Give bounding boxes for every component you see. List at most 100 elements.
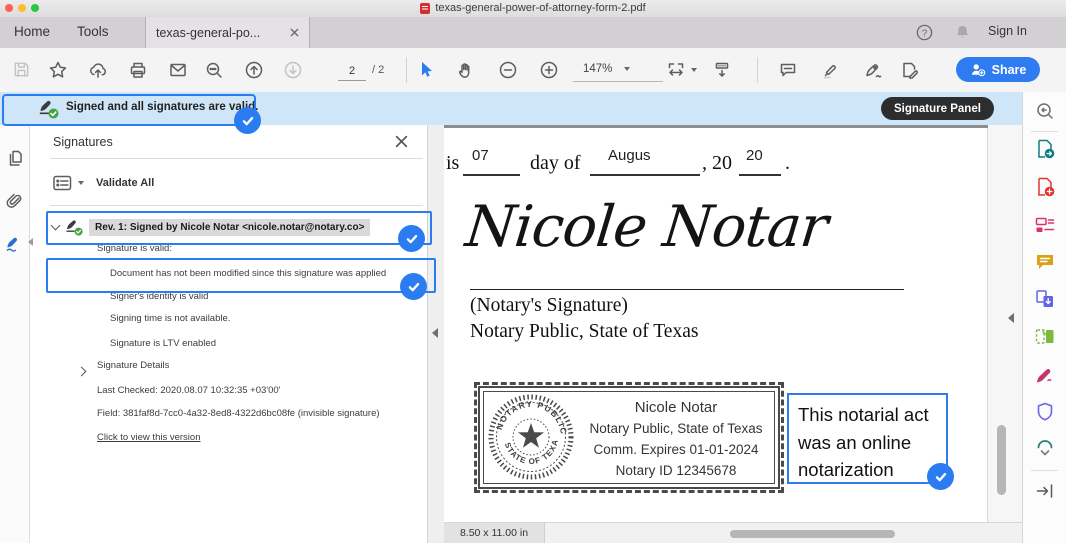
combine-files-icon[interactable] [1034, 288, 1056, 310]
annotation-check-badge [234, 107, 261, 134]
fill-sign-icon[interactable] [899, 60, 920, 80]
select-tool-icon[interactable] [416, 60, 436, 80]
close-panel-icon[interactable] [395, 135, 408, 148]
date-line-middle: day of [530, 152, 581, 175]
upload-cloud-icon[interactable] [88, 60, 108, 80]
signature-detail-item: Document has not been modified since thi… [110, 268, 386, 279]
signatures-panel-icon[interactable] [4, 234, 26, 256]
open-tools-pane-icon[interactable] [1034, 480, 1056, 502]
tab-home[interactable]: Home [14, 24, 50, 39]
stamp-expires: Comm. Expires 01-01-2024 [580, 439, 772, 460]
signature-revision-row[interactable]: Rev. 1: Signed by Nicole Notar <nicole.n… [52, 217, 370, 237]
search-tools-icon[interactable] [1034, 100, 1056, 122]
signature-details-label[interactable]: Signature Details [97, 360, 169, 371]
view-version-link[interactable]: Click to view this version [97, 432, 200, 443]
page-thumbnails-icon[interactable] [5, 148, 25, 168]
email-icon[interactable] [168, 60, 188, 80]
horizontal-scrollbar[interactable] [730, 530, 895, 538]
validate-options-icon[interactable] [53, 175, 72, 191]
attachments-icon[interactable] [5, 191, 25, 211]
comment-icon[interactable] [778, 60, 798, 80]
signature-detail-item: Signature is LTV enabled [110, 338, 216, 349]
zoom-level-value: 147% [583, 63, 612, 75]
toolbar-separator [757, 57, 758, 83]
zoom-caret-icon [624, 67, 630, 71]
signature-panel-button[interactable]: Signature Panel [881, 97, 994, 120]
sign-in-button[interactable]: Sign In [988, 24, 1027, 38]
page-size-badge: 8.50 x 11.00 in [444, 523, 545, 543]
sign-pen-icon[interactable] [863, 60, 884, 80]
page-scrolling-icon[interactable] [712, 60, 732, 80]
search-icon[interactable] [204, 60, 224, 80]
date-line-suffix: . [785, 152, 790, 175]
year-prefix: , 20 [702, 152, 732, 175]
export-pdf-icon[interactable] [1034, 138, 1056, 160]
stamp-name: Nicole Notar [580, 397, 772, 418]
highlight-icon[interactable] [821, 60, 841, 80]
previous-page-icon[interactable] [244, 60, 264, 80]
check-icon [405, 232, 419, 246]
share-button[interactable]: Share [956, 57, 1040, 82]
signature-valid-icon [37, 97, 60, 120]
signature-line [470, 289, 904, 290]
year-value: 20 [746, 147, 763, 164]
tab-document[interactable]: texas-general-po... [145, 17, 310, 48]
zoom-level-select[interactable]: 147% [573, 61, 663, 82]
month-underline [590, 174, 700, 176]
revision-label: Rev. 1: Signed by Nicole Notar <nicole.n… [89, 219, 370, 236]
collapse-signatures-panel-arrow[interactable] [432, 328, 438, 338]
signatures-panel-title: Signatures [53, 135, 113, 149]
annotation-check-badge [398, 225, 425, 252]
share-button-label: Share [992, 63, 1027, 77]
page-number-input[interactable] [338, 62, 366, 81]
stamp-text-block: Nicole Notar Notary Public, State of Tex… [580, 397, 772, 481]
stamp-id: Notary ID 12345678 [580, 460, 772, 481]
validate-all-label: Validate All [96, 177, 154, 189]
validate-all-button[interactable]: Validate All [53, 175, 154, 191]
notarial-note-line: notarization [798, 456, 946, 484]
print-icon[interactable] [128, 60, 148, 80]
fit-width-caret-icon[interactable] [691, 68, 697, 72]
more-tools-icon[interactable] [1034, 438, 1056, 460]
notary-seal: NOTARY PUBLIC STATE OF TEXAS [487, 393, 575, 481]
zoom-out-icon[interactable] [498, 60, 518, 80]
tools-sidebar [1022, 92, 1066, 543]
window-title-wrap: texas-general-power-of-attorney-form-2.p… [0, 2, 1066, 14]
star-icon[interactable] [48, 60, 68, 80]
revision-signature-icon [64, 217, 84, 237]
signature-details-expander[interactable] [78, 362, 85, 380]
date-line-prefix: is [446, 152, 459, 175]
organize-pages-icon[interactable] [1034, 326, 1056, 348]
fill-sign-tool-icon[interactable] [1034, 364, 1056, 386]
day-underline [463, 174, 520, 176]
create-pdf-icon[interactable] [1034, 176, 1056, 198]
next-page-icon[interactable] [283, 60, 303, 80]
tab-close-icon[interactable] [290, 28, 299, 37]
zoom-in-icon[interactable] [539, 60, 559, 80]
notarial-note-line: This notarial act [798, 401, 946, 429]
signature-detail-item: Signing time is not available. [110, 313, 230, 324]
expand-tools-pane-arrow[interactable] [1008, 313, 1014, 323]
annotation-check-badge [927, 463, 954, 490]
fit-width-icon[interactable] [666, 60, 686, 80]
window-title: texas-general-power-of-attorney-form-2.p… [435, 2, 645, 14]
hand-tool-icon[interactable] [456, 60, 476, 80]
help-icon[interactable]: ? [915, 23, 934, 42]
stamp-title: Notary Public, State of Texas [580, 418, 772, 439]
signature-status-bar: Signed and all signatures are valid. Sig… [0, 92, 1022, 125]
save-icon[interactable] [12, 60, 31, 79]
check-icon [407, 280, 421, 294]
collapse-revision-icon[interactable] [51, 221, 61, 231]
tab-tools[interactable]: Tools [77, 24, 109, 39]
tab-bar: Home Tools texas-general-po... ? Sign In [0, 17, 1066, 49]
document-status-strip: 8.50 x 11.00 in [444, 522, 1022, 543]
comment-tool-icon[interactable] [1034, 251, 1056, 273]
protect-icon[interactable] [1034, 401, 1056, 423]
vertical-scrollbar[interactable] [997, 425, 1006, 495]
edit-pdf-icon[interactable] [1034, 214, 1056, 236]
year-underline [739, 174, 781, 176]
online-notarization-note: This notarial act was an online notariza… [787, 393, 948, 484]
left-nav-strip [0, 125, 30, 543]
notifications-bell-icon[interactable] [953, 23, 972, 42]
left-panel-collapse-arrow[interactable] [28, 238, 33, 246]
